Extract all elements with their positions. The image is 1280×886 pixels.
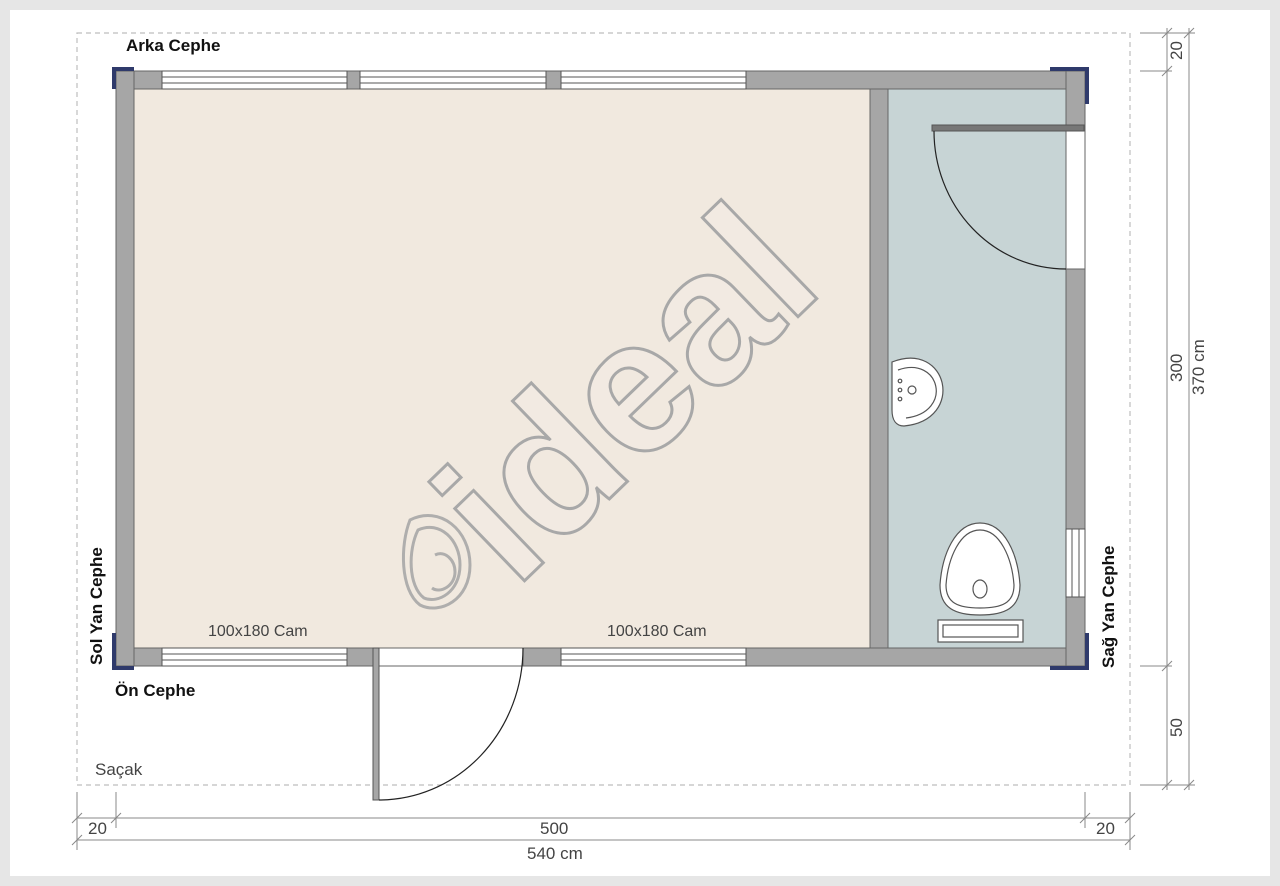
front-facade-label: Ön Cephe	[115, 681, 195, 700]
right-small-window	[1065, 528, 1086, 598]
dim-right-overhang: 20	[1096, 819, 1115, 838]
wc-door-opening	[1065, 129, 1086, 270]
dim-bottom-overhang: 50	[1167, 718, 1186, 737]
back-window-1	[161, 70, 348, 90]
wc-door-leaf	[931, 124, 1085, 132]
front-window-1	[161, 647, 348, 667]
left-facade-label: Sol Yan Cephe	[87, 547, 106, 665]
back-window-3	[560, 70, 747, 90]
floor-plan: ideal Arka Cephe Ön Cephe Sol Yan Cephe …	[10, 10, 1270, 876]
dim-left-overhang: 20	[88, 819, 107, 838]
window-label-left: 100x180 Cam	[208, 623, 308, 640]
eave-label: Saçak	[95, 760, 143, 779]
door-opening	[378, 647, 524, 667]
dim-top-overhang: 20	[1167, 41, 1186, 60]
dim-inner-depth: 300	[1167, 354, 1186, 382]
right-facade-label: Sağ Yan Cephe	[1099, 545, 1118, 668]
back-facade-label: Arka Cephe	[126, 36, 220, 55]
dim-inner-width: 500	[540, 819, 568, 838]
door-leaf	[372, 647, 380, 801]
dim-total-depth: 370 cm	[1189, 339, 1208, 395]
left-wall	[115, 70, 135, 667]
dim-total-width: 540 cm	[527, 844, 583, 863]
front-window-2	[560, 647, 747, 667]
partition-wall	[869, 88, 889, 649]
window-label-right: 100x180 Cam	[607, 623, 707, 640]
back-window-2	[359, 70, 547, 90]
